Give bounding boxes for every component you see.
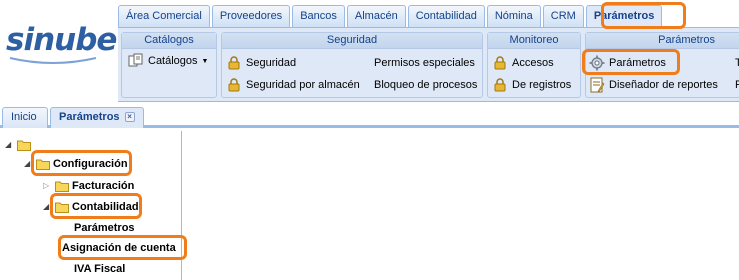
- folder-icon: [17, 140, 31, 151]
- chevron-down-icon: ▼: [201, 57, 209, 65]
- permisos-especiales-label: Permisos especiales: [374, 57, 475, 69]
- tab-contabilidad[interactable]: Contabilidad: [407, 5, 485, 27]
- group-monitoreo: Monitoreo Accesos De registros: [487, 32, 581, 98]
- module-tabs: Área Comercial Proveedores Bancos Almacé…: [118, 5, 664, 27]
- tab-area-comercial[interactable]: Área Comercial: [118, 5, 210, 27]
- group-title: Catálogos: [122, 33, 216, 49]
- report-designer-icon: [590, 77, 605, 93]
- disenador-de-reportes-label: Diseñador de reportes: [609, 79, 718, 91]
- seguridad-label: Seguridad: [246, 57, 297, 69]
- group-title: Monitoreo: [488, 33, 580, 49]
- group-title: Seguridad: [222, 33, 482, 49]
- de-registros-label: De registros: [512, 79, 572, 91]
- tab-label: Inicio: [11, 111, 37, 123]
- lock-icon: [228, 56, 240, 70]
- tab-crm[interactable]: CRM: [542, 5, 584, 27]
- node-label: IVA Fiscal: [74, 263, 126, 275]
- highlight-tree-configuracion: [31, 150, 132, 176]
- group-title: Parámetros: [586, 33, 739, 49]
- tree-leaf-iva-fiscal[interactable]: IVA Fiscal: [74, 260, 125, 278]
- permisos-especiales-button[interactable]: Permisos especiales: [374, 53, 475, 73]
- lock-icon: [494, 78, 506, 92]
- node-label: Parámetros: [74, 222, 135, 234]
- catalogos-menu-button[interactable]: Catálogos ▼: [128, 51, 208, 71]
- tab-proveedores[interactable]: Proveedores: [211, 5, 291, 27]
- tab-almacen[interactable]: Almacén: [346, 5, 406, 27]
- expanded-arrow-icon[interactable]: ◢: [5, 141, 13, 149]
- sinube-logo: sinube: [6, 20, 117, 68]
- close-icon[interactable]: ×: [124, 112, 135, 122]
- highlight-tree-contabilidad: [50, 193, 142, 219]
- lock-icon: [228, 78, 240, 92]
- highlight-tree-asignacion: [58, 235, 187, 260]
- tab-nomina[interactable]: Nómina: [486, 5, 541, 27]
- seguridad-por-almacen-label: Seguridad por almacén: [246, 79, 360, 91]
- tab-label: Parámetros: [59, 111, 120, 123]
- seguridad-por-almacen-button[interactable]: Seguridad por almacén: [228, 75, 360, 95]
- disenador-de-reportes-button[interactable]: Diseñador de reportes: [589, 75, 718, 95]
- folder-icon: [55, 181, 69, 192]
- catalog-icon: [128, 53, 143, 67]
- group-seguridad: Seguridad Seguridad Seguridad por almacé…: [221, 32, 483, 98]
- tab-bancos[interactable]: Bancos: [292, 5, 345, 27]
- seguridad-button[interactable]: Seguridad: [228, 53, 296, 73]
- tree-root-node[interactable]: ◢: [5, 136, 34, 154]
- highlight-tab-parametros: [601, 2, 686, 29]
- bloqueo-de-procesos-button[interactable]: Bloqueo de procesos: [374, 75, 477, 95]
- truncated-label: F: [735, 79, 739, 91]
- de-registros-button[interactable]: De registros: [494, 75, 571, 95]
- truncated-label: T: [735, 57, 739, 69]
- logo-swoosh-icon: [9, 57, 97, 64]
- content-area: [183, 131, 739, 280]
- workspace-tabs: Inicio Parámetros ×: [0, 106, 739, 128]
- accesos-button[interactable]: Accesos: [494, 53, 554, 73]
- bloqueo-de-procesos-label: Bloqueo de procesos: [374, 79, 478, 91]
- tab-inicio[interactable]: Inicio: [2, 107, 48, 128]
- tab-parametros-workspace[interactable]: Parámetros ×: [50, 107, 144, 128]
- collapsed-arrow-icon[interactable]: ▷: [43, 182, 51, 190]
- accesos-label: Accesos: [512, 57, 554, 69]
- group-catalogos: Catálogos Catálogos ▼: [121, 32, 217, 98]
- highlight-ribbon-parametros: [582, 49, 680, 75]
- catalogos-label: Catálogos: [148, 55, 198, 67]
- truncated-ribbon-item[interactable]: F: [735, 75, 739, 95]
- lock-icon: [494, 56, 506, 70]
- node-label: Facturación: [72, 180, 135, 192]
- truncated-ribbon-item[interactable]: T: [735, 53, 739, 73]
